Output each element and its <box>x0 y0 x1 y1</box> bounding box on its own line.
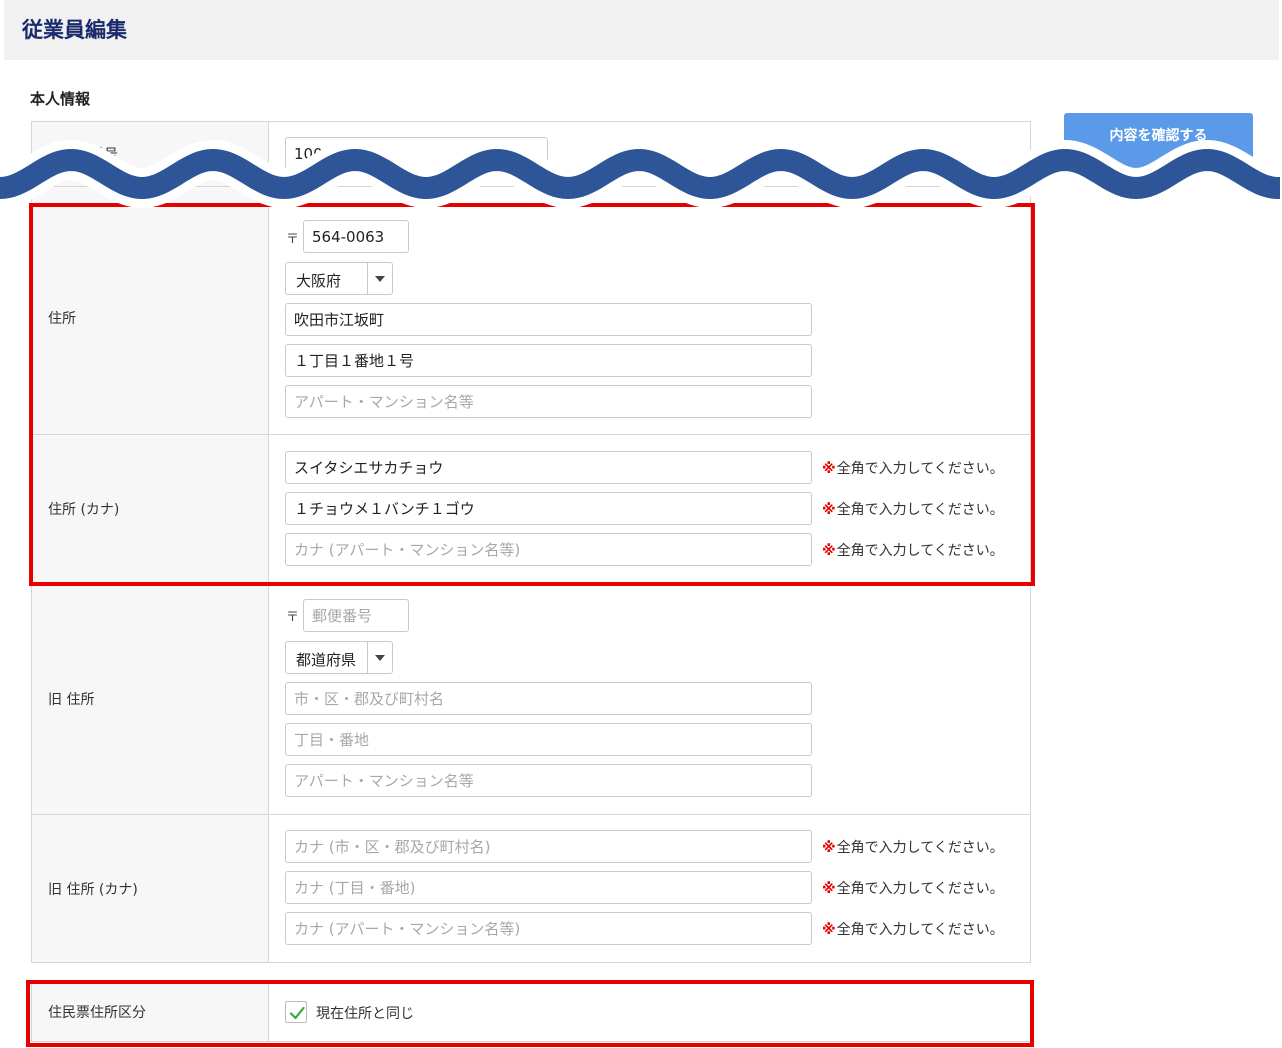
note-mark: ※ <box>822 543 836 559</box>
same-as-current-address-checkbox[interactable] <box>285 1001 307 1023</box>
note-mark: ※ <box>822 840 836 856</box>
note-text: 全角で入力してください。 <box>836 881 1004 897</box>
chevron-down-icon[interactable] <box>367 642 392 673</box>
building-kana-note: ※全角で入力してください。 <box>822 540 1004 560</box>
resident-register-label: 住民票住所区分 <box>48 1005 146 1021</box>
address-label-cell: 住所 <box>32 187 269 434</box>
section-title: 本人情報 <box>30 90 91 108</box>
old-city-kana-note: ※全角で入力してください。 <box>822 837 1004 857</box>
city-kana-note: ※全角で入力してください。 <box>822 458 1004 478</box>
city-kana-input[interactable] <box>285 451 812 484</box>
prefecture-value: 大阪府 <box>296 272 342 290</box>
resident-register-label-cell: 住民票住所区分 <box>32 983 269 1041</box>
check-icon <box>289 1006 305 1020</box>
note-mark: ※ <box>822 881 836 897</box>
old-address-kana-label: 旧 住所 (カナ) <box>48 881 138 898</box>
old-building-kana-input[interactable] <box>285 912 812 945</box>
note-text: 全角で入力してください。 <box>836 922 1004 938</box>
old-street-kana-input[interactable] <box>285 871 812 904</box>
old-street-kana-note: ※全角で入力してください。 <box>822 878 1004 898</box>
wavy-cut-divider <box>0 140 1280 209</box>
postal-mark-icon: 〒 <box>286 610 300 625</box>
address-label: 住所 <box>48 311 76 327</box>
building-input[interactable] <box>285 385 812 418</box>
old-city-input[interactable] <box>285 682 812 715</box>
resident-register-row: 住民票住所区分 <box>31 982 1031 1042</box>
old-address-label-cell: 旧 住所 <box>32 584 269 814</box>
note-text: 全角で入力してください。 <box>836 461 1004 477</box>
old-street-input[interactable] <box>285 723 812 756</box>
chevron-down-icon[interactable] <box>367 263 392 294</box>
note-mark: ※ <box>822 461 836 477</box>
note-text: 全角で入力してください。 <box>836 840 1004 856</box>
address-kana-label: 住所 (カナ) <box>48 502 120 518</box>
old-address-kana-label-cell: 旧 住所 (カナ) <box>32 815 269 962</box>
street-input[interactable] <box>285 344 812 377</box>
old-city-kana-input[interactable] <box>285 830 812 863</box>
street-kana-input[interactable] <box>285 492 812 525</box>
note-text: 全角で入力してください。 <box>836 543 1004 559</box>
address-kana-label-cell: 住所 (カナ) <box>32 435 269 583</box>
old-postal-code-input[interactable] <box>303 599 409 632</box>
street-kana-note: ※全角で入力してください。 <box>822 499 1004 519</box>
old-prefecture-value: 都道府県 <box>296 651 357 669</box>
old-prefecture-select[interactable]: 都道府県 <box>285 641 393 674</box>
old-building-input[interactable] <box>285 764 812 797</box>
note-mark: ※ <box>822 922 836 938</box>
page-title: 従業員編集 <box>22 18 127 42</box>
page-header: 従業員編集 <box>4 0 1279 60</box>
building-kana-input[interactable] <box>285 533 812 566</box>
old-building-kana-note: ※全角で入力してください。 <box>822 919 1004 939</box>
note-mark: ※ <box>822 502 836 518</box>
same-as-current-address-label: 現在住所と同じ <box>316 1006 414 1022</box>
prefecture-select[interactable]: 大阪府 <box>285 262 393 295</box>
old-address-label: 旧 住所 <box>48 692 95 708</box>
postal-mark-icon: 〒 <box>286 232 300 247</box>
note-text: 全角で入力してください。 <box>836 502 1004 518</box>
city-input[interactable] <box>285 303 812 336</box>
postal-code-input[interactable] <box>303 220 409 253</box>
